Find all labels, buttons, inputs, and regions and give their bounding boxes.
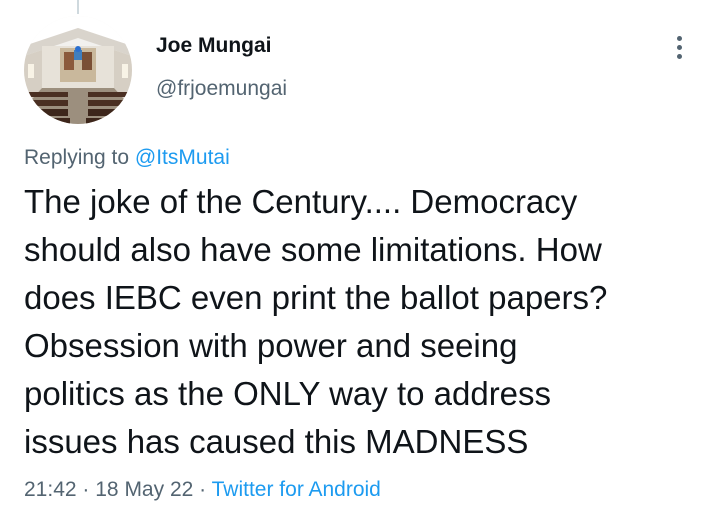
tweet-text: The joke of the Century.... Democracy sh… <box>24 178 704 466</box>
meta-separator: · <box>199 478 207 501</box>
tweet-source-link[interactable]: Twitter for Android <box>212 478 381 501</box>
tweet-text-line: Obsession with power and seeing <box>24 327 518 364</box>
replying-to-mention[interactable]: @ItsMutai <box>135 146 230 169</box>
church-interior-photo <box>24 16 132 124</box>
more-vertical-icon-dot <box>676 44 682 50</box>
more-vertical-icon <box>676 35 682 41</box>
meta-separator: · <box>82 478 90 501</box>
tweet-text-line: politics as the ONLY way to address <box>24 375 552 412</box>
more-vertical-icon-dot <box>676 53 682 59</box>
tweet-meta: 21:42 · 18 May 22 · Twitter for Android <box>24 478 381 502</box>
tweet-text-line: issues has caused this MADNESS <box>24 423 529 460</box>
tweet-text-line: should also have some limitations. How <box>24 231 602 268</box>
more-options-button[interactable] <box>666 30 692 64</box>
avatar[interactable] <box>24 16 132 124</box>
author-name[interactable]: Joe Mungai <box>156 34 272 58</box>
replying-to-label: Replying to <box>24 146 130 169</box>
thread-connector-line <box>77 0 79 14</box>
tweet-text-line: The joke of the Century.... Democracy <box>24 183 578 220</box>
tweet-time[interactable]: 21:42 <box>24 478 77 501</box>
author-handle[interactable]: @frjoemungai <box>156 77 287 101</box>
tweet-date[interactable]: 18 May 22 <box>95 478 193 501</box>
replying-to-line: Replying to @ItsMutai <box>24 146 230 170</box>
tweet-text-line: does IEBC even print the ballot papers? <box>24 279 608 316</box>
